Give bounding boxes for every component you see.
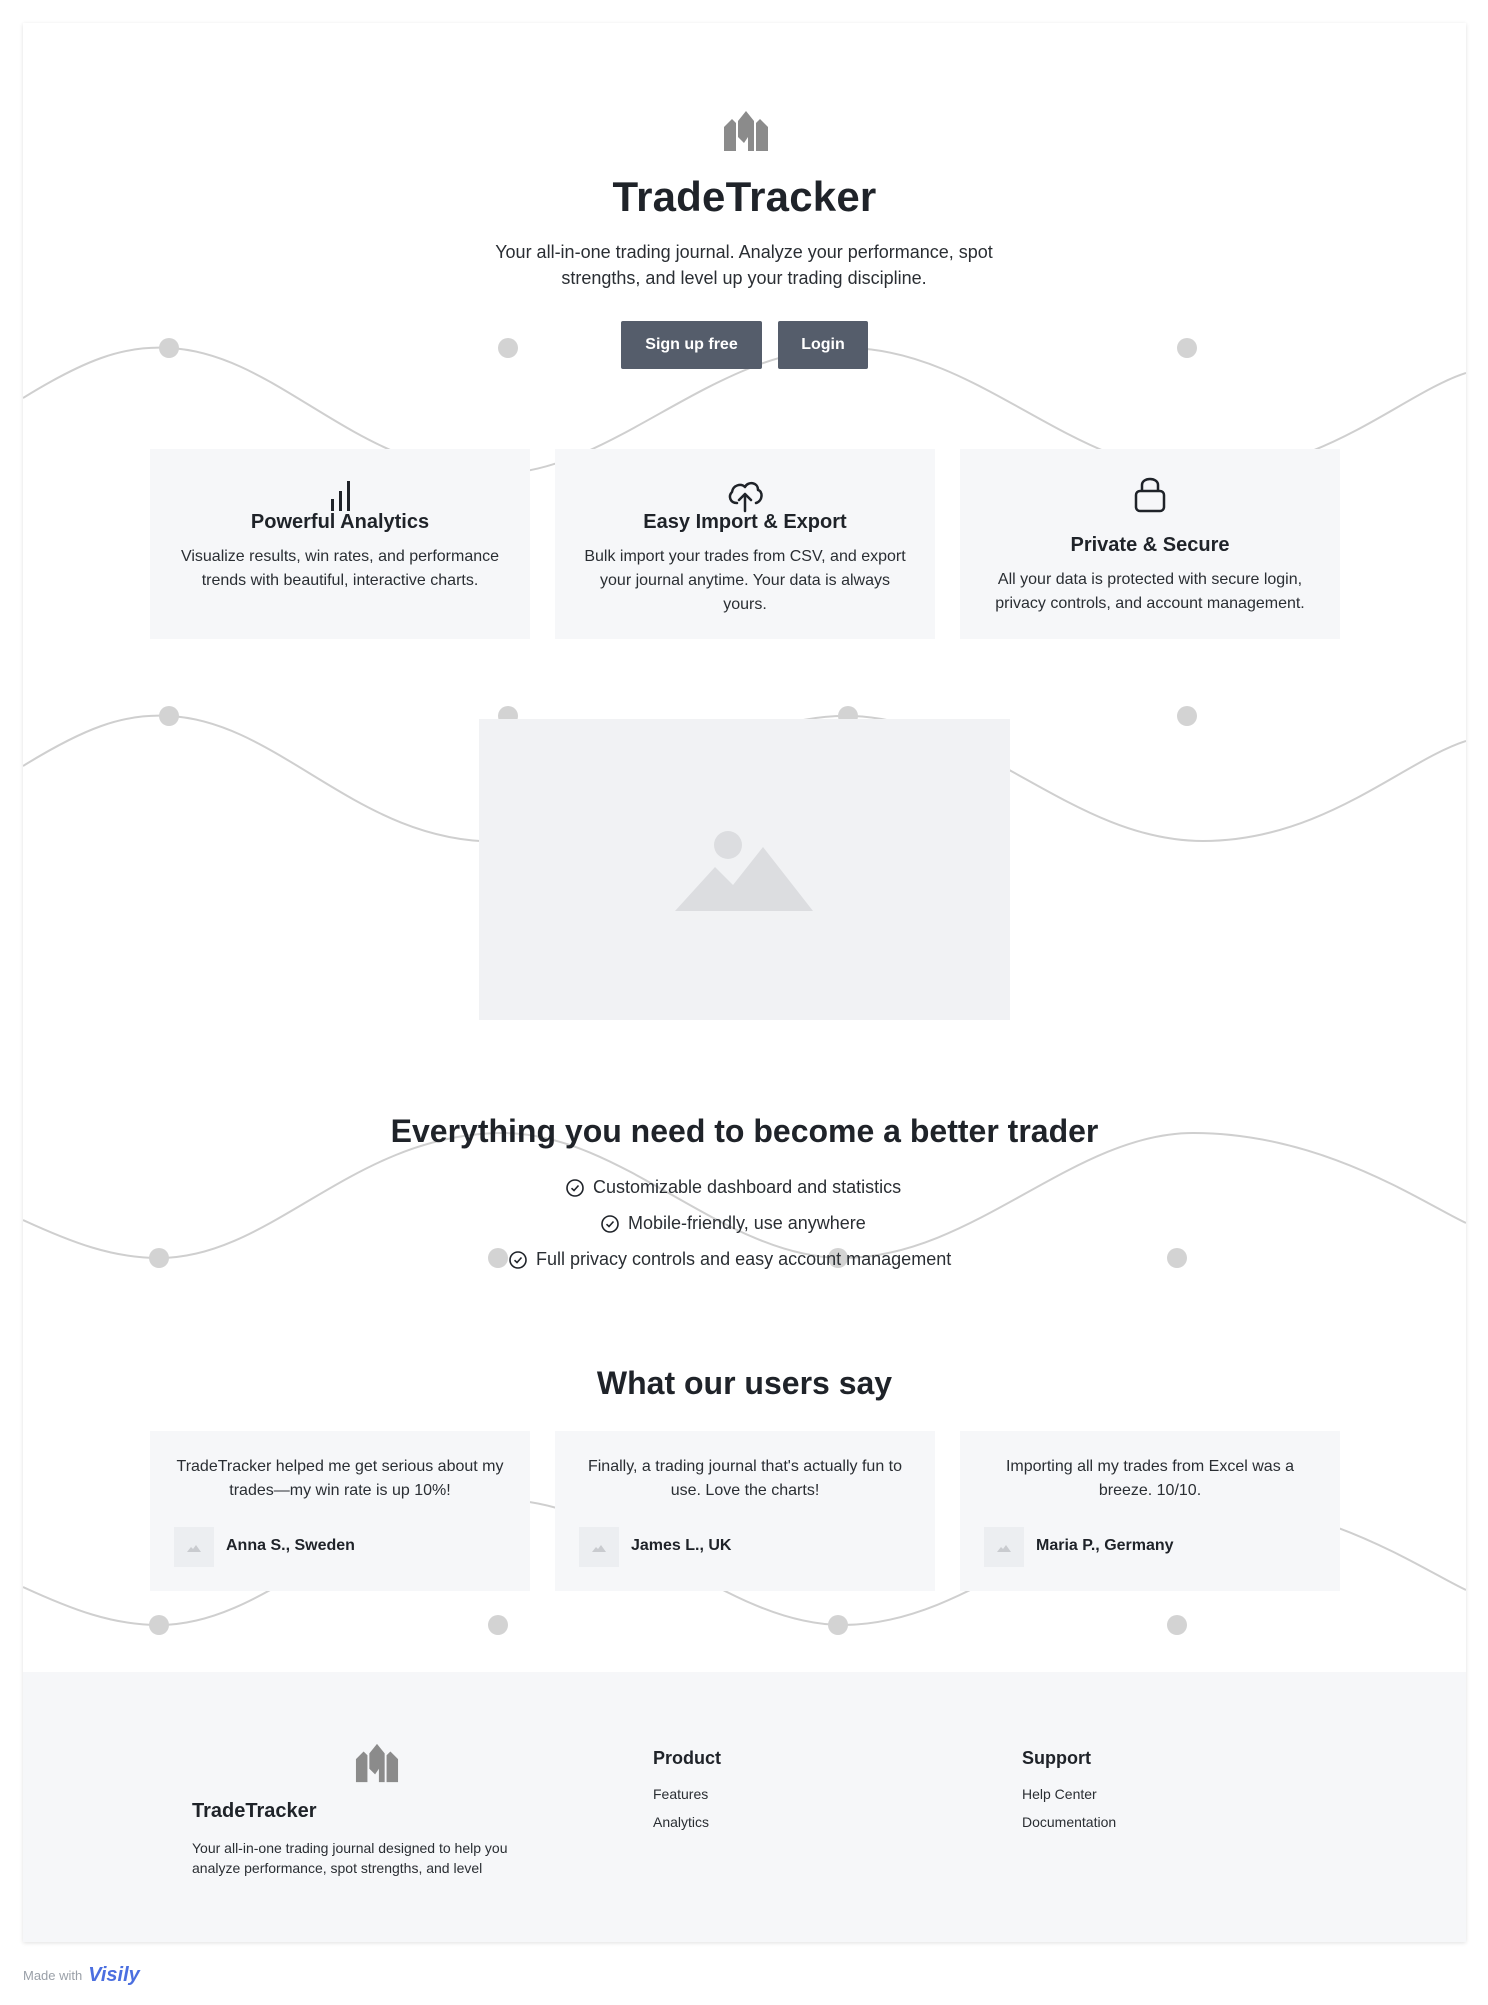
- testimonial-card: TradeTracker helped me get serious about…: [150, 1431, 530, 1591]
- footer-product-title: Product: [653, 1748, 722, 1768]
- testimonial-quote: TradeTracker helped me get serious about…: [176, 1458, 504, 1499]
- image-icon: [675, 831, 813, 911]
- footer-link-help-center[interactable]: Help Center: [1022, 1786, 1097, 1802]
- benefit-item: Mobile-friendly, use anywhere: [601, 1213, 866, 1234]
- feature-card-analytics: Powerful Analytics Visualize results, wi…: [150, 449, 530, 639]
- feature-title: Private & Secure: [1070, 534, 1230, 556]
- footer-link-analytics[interactable]: Analytics: [653, 1814, 709, 1830]
- testimonial-name: Maria P., Germany: [1036, 1537, 1174, 1554]
- footer-link-documentation[interactable]: Documentation: [1022, 1814, 1116, 1830]
- testimonial-quote: Importing all my trades from Excel was a…: [1005, 1458, 1295, 1499]
- feature-title: Easy Import & Export: [643, 511, 847, 533]
- made-with-label: Made with: [23, 1968, 83, 1983]
- avatar: [579, 1527, 619, 1567]
- image-icon: [592, 1544, 606, 1552]
- lock-icon: [1134, 477, 1166, 513]
- benefit-item: Customizable dashboard and statistics: [566, 1177, 901, 1198]
- testimonial-name: Anna S., Sweden: [226, 1537, 355, 1554]
- feature-description: Bulk import your trades from CSV, and ex…: [584, 548, 906, 613]
- made-with-badge[interactable]: Made with Visily: [23, 1964, 140, 1987]
- signup-button[interactable]: Sign up free: [621, 321, 762, 369]
- feature-card-import-export: Easy Import & Export Bulk import your tr…: [555, 449, 935, 639]
- benefit-text: Mobile-friendly, use anywhere: [628, 1213, 866, 1233]
- login-button[interactable]: Login: [778, 321, 868, 369]
- brand-title: TradeTracker: [612, 173, 877, 220]
- chart-logo-icon: [355, 1743, 399, 1783]
- testimonial-name: James L., UK: [631, 1537, 732, 1554]
- chart-logo-icon: [724, 111, 768, 151]
- check-circle-icon: [601, 1214, 619, 1233]
- cloud-upload-icon: [728, 481, 763, 513]
- benefits-title: Everything you need to become a better t…: [390, 1113, 1099, 1149]
- image-icon: [997, 1544, 1011, 1552]
- testimonial-card: Finally, a trading journal that's actual…: [555, 1431, 935, 1591]
- feature-title: Powerful Analytics: [250, 511, 430, 533]
- avatar: [174, 1527, 214, 1567]
- image-icon: [187, 1544, 201, 1552]
- footer-description: Your all-in-one trading journal designed…: [192, 1840, 508, 1876]
- testimonial-card: Importing all my trades from Excel was a…: [960, 1431, 1340, 1591]
- benefit-text: Customizable dashboard and statistics: [593, 1177, 902, 1197]
- avatar: [984, 1527, 1024, 1567]
- feature-card-security: Private & Secure All your data is protec…: [960, 449, 1340, 639]
- check-circle-icon: [509, 1250, 527, 1269]
- benefit-item: Full privacy controls and easy account m…: [509, 1249, 951, 1270]
- testimonial-quote: Finally, a trading journal that's actual…: [587, 1458, 903, 1499]
- benefit-text: Full privacy controls and easy account m…: [536, 1249, 952, 1269]
- footer: TradeTracker Your all-in-one trading jou…: [23, 1672, 1466, 1942]
- visily-logo: Visily: [88, 1964, 140, 1986]
- footer-link-features[interactable]: Features: [653, 1786, 708, 1802]
- feature-description: All your data is protected with secure l…: [995, 571, 1305, 612]
- landing-page: TradeTracker Your all-in-one trading jou…: [23, 23, 1466, 1942]
- image-placeholder: [479, 719, 1010, 1020]
- hero-subtitle: Your all-in-one trading journal. Analyze…: [495, 242, 993, 288]
- footer-brand: TradeTracker: [192, 1800, 317, 1822]
- feature-description: Visualize results, win rates, and perfor…: [180, 548, 500, 589]
- footer-support-title: Support: [1022, 1748, 1091, 1768]
- check-circle-icon: [566, 1178, 584, 1197]
- testimonials-title: What our users say: [596, 1365, 893, 1401]
